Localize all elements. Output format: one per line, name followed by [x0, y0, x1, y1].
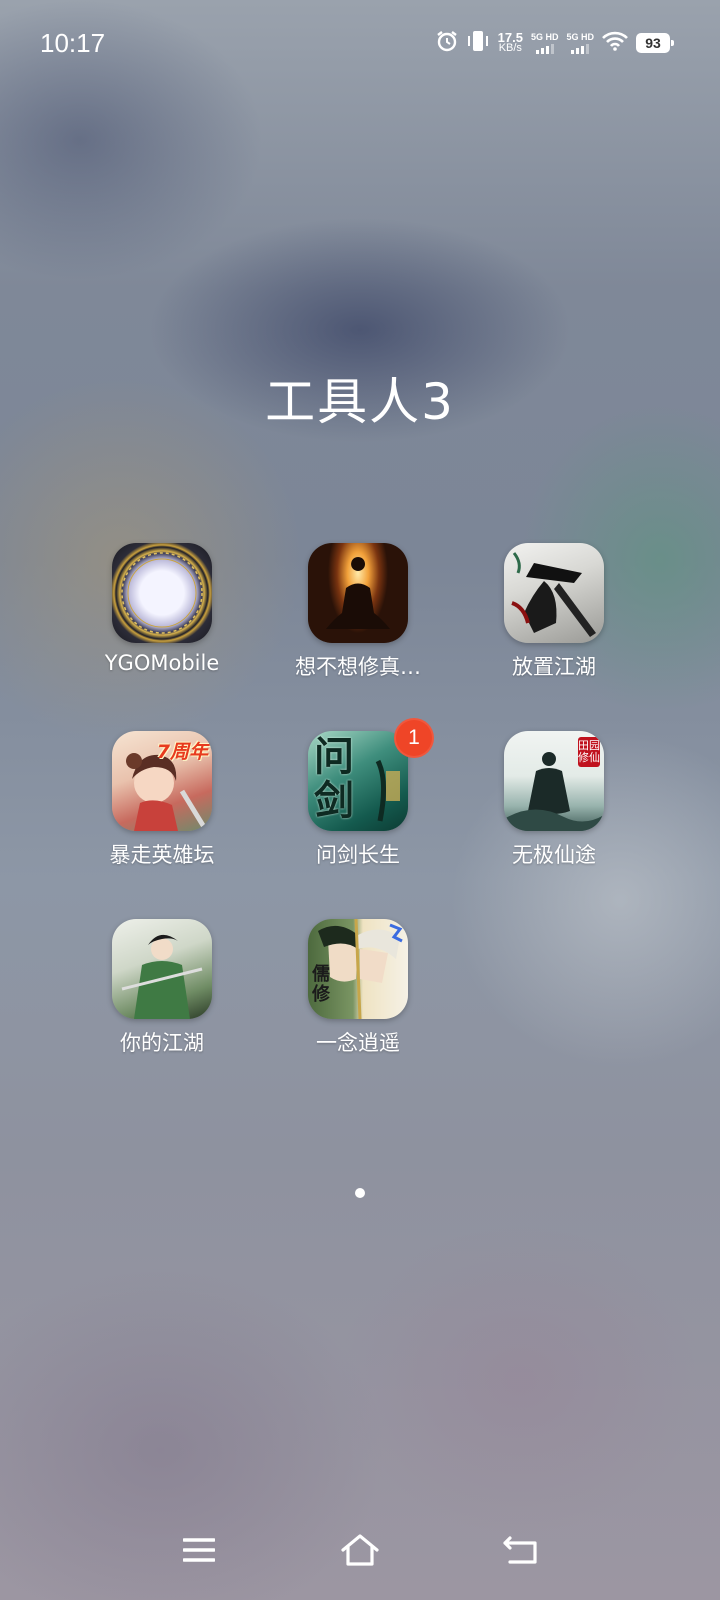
folder-title[interactable]: 工具人3: [0, 362, 720, 434]
menu-icon: [183, 1538, 215, 1562]
home-icon: [341, 1534, 379, 1566]
sim1-label: 5G HD: [530, 32, 559, 42]
app-ygomobile[interactable]: YGOMobile: [64, 543, 260, 681]
app-xiangbuxiang-xiuzhen[interactable]: 想不想修真…: [260, 543, 456, 681]
app-fangzhi-jianghu[interactable]: 放置江湖: [456, 543, 652, 681]
anime-heroine-icon: 7周年: [112, 731, 212, 831]
battery-icon: 93: [636, 33, 674, 53]
app-label: YGOMobile: [104, 651, 220, 675]
ink-swordsman-icon: [504, 543, 604, 643]
net-speed-unit: KB/s: [498, 42, 522, 54]
net-speed: 17.5 KB/s: [498, 31, 523, 54]
ruxiu-icon-text: 儒修: [312, 964, 330, 1005]
app-label: 问剑长生: [316, 843, 400, 867]
navigation-bar: [0, 1520, 720, 1600]
status-bar: 10:17 17.5 KB/s 5G HD 5G HD 93: [0, 0, 720, 88]
wenjian-calligraphy-icon: 问剑: [308, 731, 408, 831]
sim2-label: 5G HD: [566, 32, 594, 42]
alarm-icon: [436, 30, 458, 56]
status-icons: 17.5 KB/s 5G HD 5G HD 93: [436, 30, 674, 56]
status-time: 10:17: [40, 28, 106, 58]
back-button[interactable]: [490, 1528, 550, 1572]
app-nide-jianghu[interactable]: 你的江湖: [64, 919, 260, 1057]
app-baozou-yingxiongtan[interactable]: 7周年 暴走英雄坛: [64, 731, 260, 869]
ygomobile-icon: [112, 543, 212, 643]
sim2-signal: 5G HD: [566, 32, 594, 54]
back-icon: [503, 1536, 537, 1564]
app-wuji-xiantu[interactable]: 田园修仙 无极仙途: [456, 731, 652, 869]
anniversary-badge: 7周年: [156, 741, 208, 763]
wifi-icon: [602, 31, 628, 55]
sim1-signal: 5G HD: [530, 32, 559, 54]
app-label: 一念逍遥: [316, 1031, 400, 1055]
scholar-duo-icon: 儒修: [308, 919, 408, 1019]
signal-icon: [535, 44, 554, 54]
tianyuan-xiuxian-seal: 田园修仙: [578, 737, 600, 767]
signal-icon: [571, 44, 590, 54]
menu-button[interactable]: [169, 1528, 229, 1572]
app-yinian-xiaoyao[interactable]: 儒修 一念逍遥: [260, 919, 456, 1057]
meditating-figure-icon: [308, 543, 408, 643]
app-label: 暴走英雄坛: [109, 843, 215, 867]
app-label: 放置江湖: [512, 655, 596, 679]
notification-badge: 1: [394, 718, 434, 758]
app-wenjian-changsheng[interactable]: 问剑 1 问剑长生: [260, 718, 456, 869]
home-button[interactable]: [330, 1528, 390, 1572]
app-label: 你的江湖: [120, 1031, 204, 1055]
app-label: 无极仙途: [512, 843, 596, 867]
battery-level: 93: [645, 35, 661, 51]
page-indicator-dot: [355, 1188, 365, 1198]
ink-sage-icon: 田园修仙: [504, 731, 604, 831]
app-label: 想不想修真…: [295, 655, 421, 679]
app-grid: YGOMobile 想不想修真… 放置江湖 7周年 暴走英雄坛 问剑 1 问剑长…: [64, 543, 654, 1057]
swordsman-green-icon: [112, 919, 212, 1019]
vibrate-icon: [466, 30, 490, 56]
